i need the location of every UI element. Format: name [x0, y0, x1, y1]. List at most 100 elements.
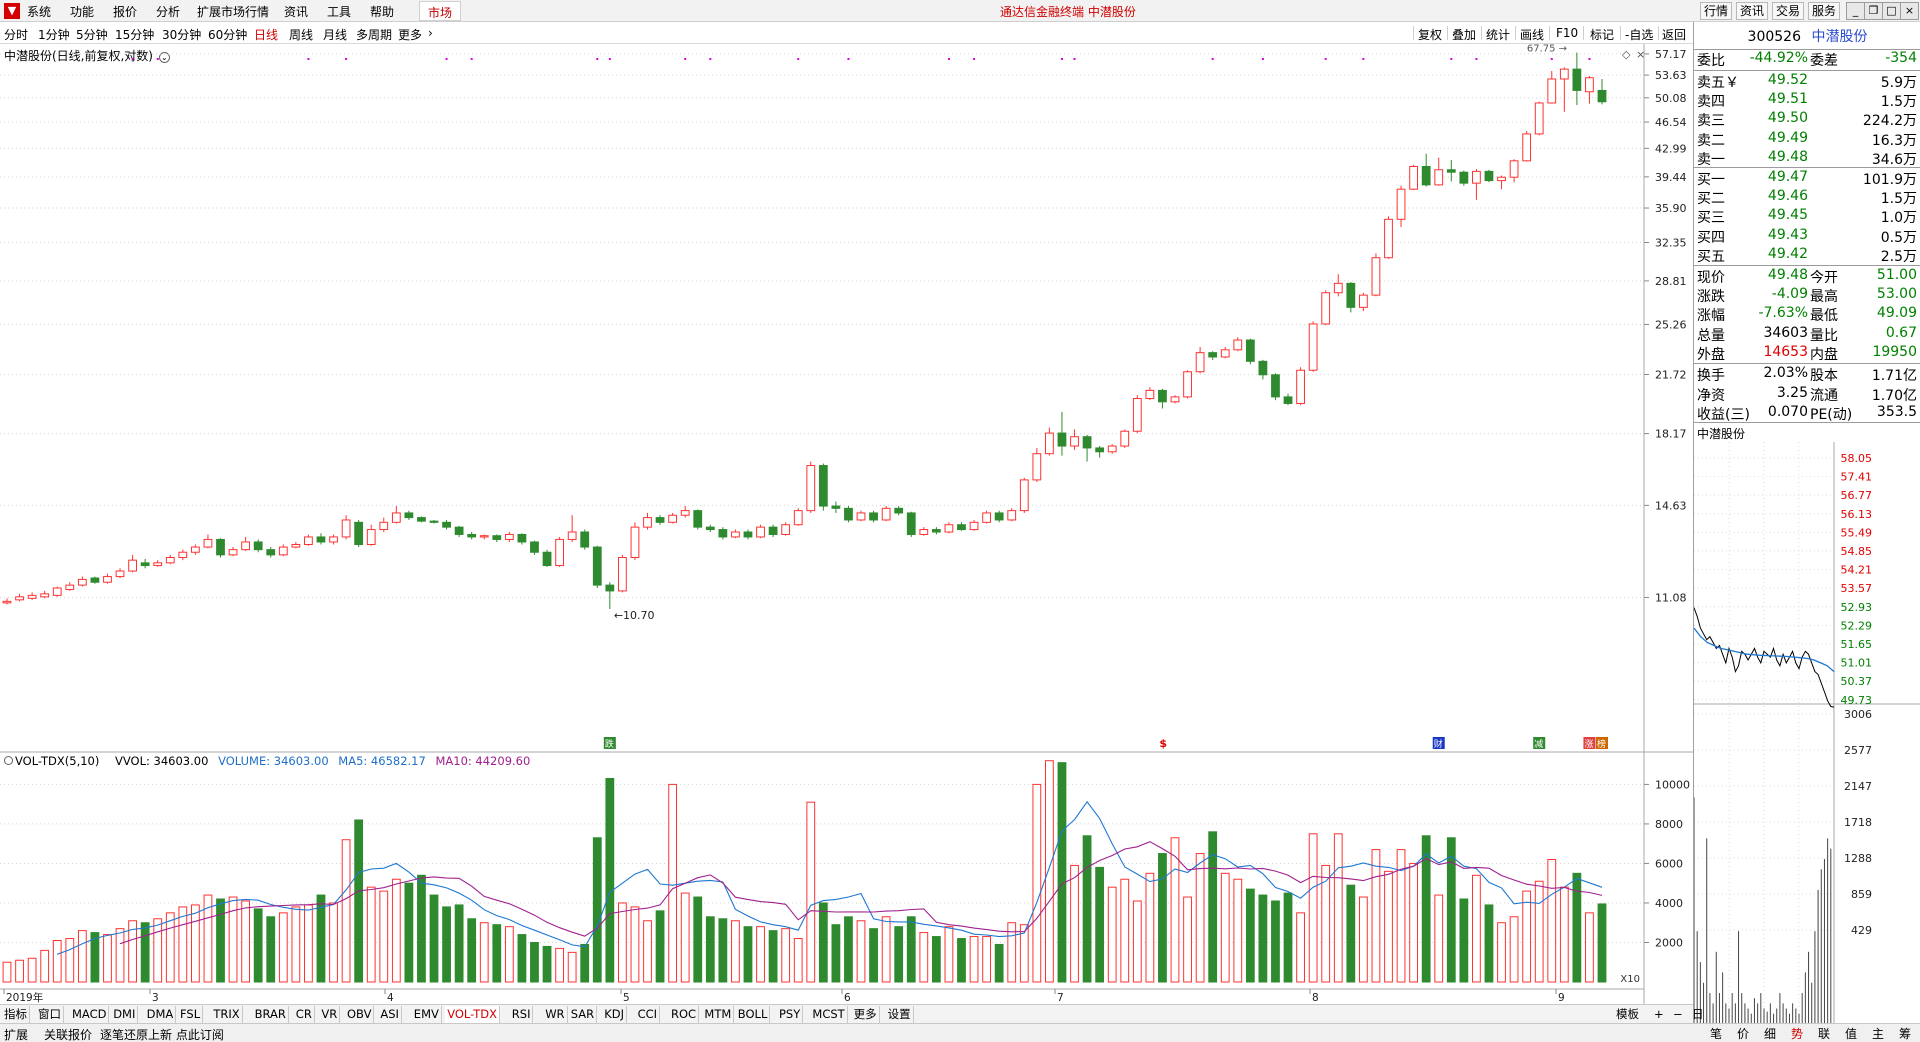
candle[interactable]	[605, 582, 615, 609]
quote-tab[interactable]: 值	[1845, 1025, 1857, 1042]
indicator-tab[interactable]: 更多	[852, 1006, 880, 1023]
candle[interactable]	[366, 524, 376, 546]
candle[interactable]	[1333, 274, 1343, 297]
indicator-tab[interactable]: MTM	[702, 1006, 735, 1023]
candle[interactable]	[517, 533, 527, 545]
candle[interactable]	[329, 534, 338, 545]
candle[interactable]	[1547, 70, 1557, 104]
indicator-tab[interactable]: OBV	[345, 1006, 375, 1023]
period-monthly[interactable]: 月线	[323, 26, 347, 43]
period-15min[interactable]: 15分钟	[115, 26, 154, 43]
quote-tab[interactable]: 笔	[1710, 1025, 1722, 1042]
stock-name[interactable]: 中潜股份	[1811, 29, 1867, 45]
candle[interactable]	[77, 576, 87, 587]
candle[interactable]	[404, 510, 414, 520]
stats-button[interactable]: 统计	[1486, 26, 1510, 43]
candle[interactable]	[1421, 153, 1431, 187]
adjust-button[interactable]: 复权	[1418, 26, 1442, 43]
indicator-tab[interactable]: DMA	[145, 1006, 177, 1023]
candle[interactable]	[592, 545, 602, 589]
candle[interactable]	[567, 515, 577, 542]
candle[interactable]	[894, 506, 904, 516]
candle[interactable]	[391, 506, 401, 524]
event-marker[interactable]: 减	[1534, 738, 1543, 750]
maximize-icon[interactable]: □	[1882, 2, 1901, 20]
candle[interactable]	[40, 590, 50, 599]
candle[interactable]	[1070, 429, 1079, 450]
candle[interactable]	[1396, 185, 1406, 228]
candle[interactable]	[1597, 78, 1607, 105]
candle[interactable]	[1258, 359, 1268, 380]
candle[interactable]	[2, 598, 12, 605]
candle[interactable]	[655, 515, 665, 525]
period-more[interactable]: 更多	[398, 26, 422, 43]
menu-news[interactable]: 资讯	[284, 3, 308, 20]
indicator-tab[interactable]: 窗口	[36, 1006, 64, 1023]
candle[interactable]	[128, 554, 137, 573]
candle[interactable]	[1245, 338, 1255, 365]
status-related-quote[interactable]: 关联报价	[44, 1026, 92, 1042]
candle[interactable]	[818, 463, 828, 511]
candle[interactable]	[731, 529, 740, 539]
candle[interactable]	[1434, 157, 1444, 186]
period-label[interactable]: 日线	[1690, 1006, 1706, 1037]
quote-tab[interactable]: 主	[1872, 1025, 1884, 1042]
quote-tab[interactable]: 细	[1764, 1025, 1776, 1042]
candle[interactable]	[1283, 393, 1293, 406]
bid-row[interactable]: 买三 49.45 1.0万	[1694, 206, 1920, 226]
indicator-tab[interactable]: FSL	[178, 1006, 204, 1023]
indicator-tab[interactable]: 设置	[886, 1006, 914, 1023]
candle[interactable]	[1572, 52, 1582, 105]
candle[interactable]	[705, 524, 715, 533]
candle[interactable]	[1007, 508, 1017, 522]
indicator-tab[interactable]: PSY	[777, 1006, 804, 1023]
candle[interactable]	[153, 560, 163, 567]
period-daily[interactable]: 日线	[254, 26, 278, 43]
candle[interactable]	[1095, 446, 1105, 458]
candle[interactable]	[1308, 321, 1318, 372]
candle[interactable]	[1057, 411, 1067, 456]
candle[interactable]	[1220, 346, 1230, 359]
candle[interactable]	[969, 519, 979, 531]
candle[interactable]	[793, 508, 803, 526]
candle[interactable]	[555, 536, 564, 567]
indicator-tab[interactable]: VOL-TDX	[445, 1006, 500, 1023]
candle[interactable]	[1271, 373, 1280, 401]
candle[interactable]	[178, 549, 188, 561]
candle[interactable]	[1321, 290, 1331, 326]
bid-row[interactable]: 买二 49.46 1.5万	[1694, 187, 1920, 207]
restore-icon[interactable]: ❐	[1864, 2, 1883, 20]
candle[interactable]	[944, 522, 954, 534]
candle[interactable]	[844, 506, 853, 523]
candle[interactable]	[316, 533, 326, 545]
candle[interactable]	[228, 547, 238, 557]
candle[interactable]	[216, 538, 225, 558]
candle[interactable]	[618, 554, 627, 593]
ask-row[interactable]: 卖四 49.51 1.5万	[1694, 90, 1920, 110]
candle[interactable]	[379, 517, 389, 533]
indicator-tab[interactable]: RSI	[510, 1006, 534, 1023]
watchlist-button[interactable]: -自选	[1625, 26, 1653, 43]
candle[interactable]	[65, 582, 75, 591]
candle[interactable]	[90, 576, 100, 584]
bid-row[interactable]: 买五 49.42 2.5万	[1694, 245, 1920, 265]
intraday-mini-chart[interactable]: 58.05 57.41 56.77 56.13 55.49 54.85 54.21 53.57…	[1694, 442, 1920, 1042]
add-pane-button[interactable]: +	[1652, 1006, 1666, 1023]
event-marker[interactable]: 财	[1434, 738, 1443, 750]
news-mode-button[interactable]: 资讯	[1736, 2, 1768, 20]
candle[interactable]	[680, 506, 690, 518]
candle[interactable]	[1233, 337, 1243, 352]
quote-tab[interactable]: 联	[1818, 1025, 1830, 1042]
candle[interactable]	[1346, 282, 1356, 313]
candle[interactable]	[957, 522, 966, 531]
quote-tab[interactable]: 筹	[1899, 1025, 1911, 1042]
event-marker[interactable]: 榜	[1597, 738, 1606, 750]
candle[interactable]	[203, 534, 213, 549]
candle[interactable]	[442, 519, 451, 530]
trade-mode-button[interactable]: 交易	[1772, 2, 1804, 20]
diamond-icon[interactable]: ◇	[1622, 48, 1631, 61]
candle[interactable]	[253, 539, 263, 553]
candle[interactable]	[429, 519, 439, 524]
candle[interactable]	[467, 532, 477, 540]
close-icon[interactable]: ×	[1636, 48, 1645, 61]
